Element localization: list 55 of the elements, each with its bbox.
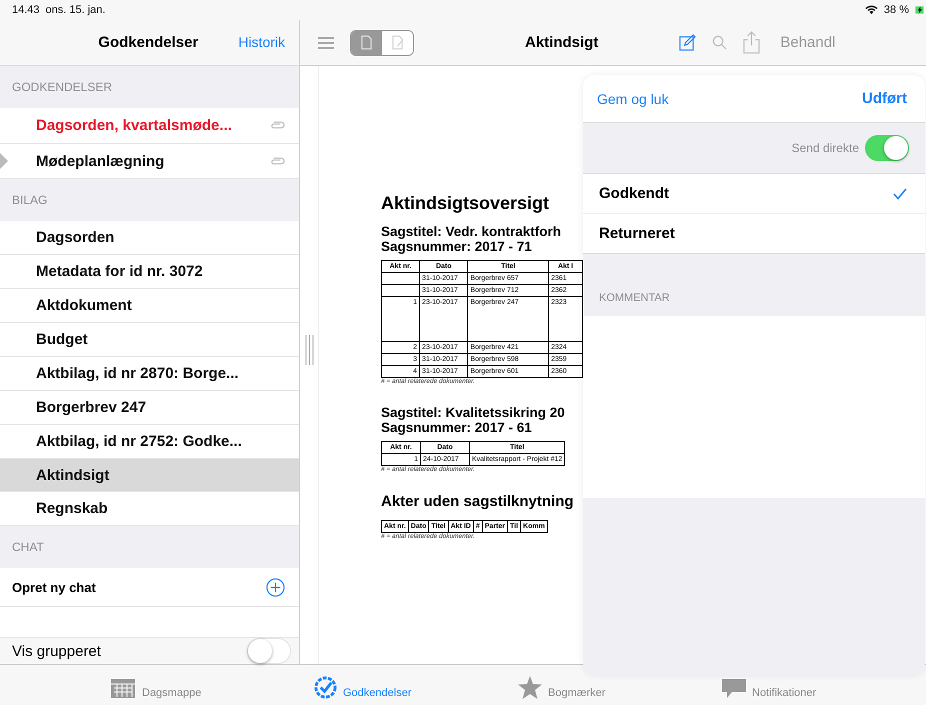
case-number: Sagsnummer: 2017 - 61 [381,420,533,435]
battery-icon [915,5,924,15]
section-header: KOMMENTAR [599,292,670,304]
case-title: Sagstitel: Kvalitetssikring 20 [381,405,566,420]
new-chat-item[interactable]: Opret ny chat [0,568,299,608]
list-item[interactable]: Dagsorden [0,221,299,256]
page-icon [361,35,372,50]
table-cell [382,272,420,284]
list-item[interactable]: Aktdokument [0,289,299,324]
wifi-icon [864,5,878,15]
document-view-segment[interactable] [351,30,382,54]
document-title: Aktindsigt [525,34,598,51]
grip-handle-icon[interactable] [304,335,314,365]
list-item[interactable]: Budget [0,323,299,357]
share-icon[interactable] [743,31,760,54]
menu-icon[interactable] [318,36,334,48]
list-item[interactable]: Mødeplanlægning [0,144,299,180]
list-item[interactable]: Regnskab [0,492,299,526]
toggle-label: Vis grupperet [12,642,102,660]
checkmark-icon [893,188,907,200]
search-icon[interactable] [712,35,728,50]
section-header: BILAG [12,193,48,208]
speech-bubble-icon [722,679,746,699]
list-item[interactable]: Borgerbrev 247 [0,390,299,425]
toggle-label: Send direkte [792,141,859,155]
save-close-button[interactable]: Gem og luk [597,90,669,106]
check-badge-icon [314,676,337,699]
document-heading: Aktindsigtsoversigt [381,193,550,214]
list-item[interactable]: Dagsorden, kvartalsmøde... [0,108,299,144]
sidebar-title: Godkendelser [98,34,198,51]
status-date: ons. 15. jan. [46,4,106,16]
page-edit-icon [392,35,403,50]
battery-percent: 38 % [884,4,909,16]
section-title: Akter uden sagstilknytning [381,493,575,510]
section-header: CHAT [12,540,44,554]
case-title: Sagstitel: Vedr. kontraktforh [381,224,562,239]
annotate-view-segment[interactable] [382,30,413,54]
list-item[interactable]: Aktbilag, id nr 2752: Godke... [0,424,299,459]
section-header: GODKENDELSER [12,80,112,94]
done-button[interactable]: Udført [862,90,907,107]
list-item[interactable]: Metadata for id nr. 3072 [0,255,299,290]
comment-field[interactable] [583,316,925,498]
group-toggle[interactable] [247,638,291,664]
option-item[interactable]: Godkendt [583,174,925,213]
table-cell [382,284,420,296]
calendar-icon [110,677,136,699]
list-item[interactable]: Aktindsigt [0,458,299,492]
option-item[interactable]: Returneret [583,213,925,253]
case-number: Sagsnummer: 2017 - 71 [381,239,533,254]
list-item[interactable]: Aktbilag, id nr 2870: Borge... [0,356,299,391]
send-direct-toggle[interactable] [865,135,909,161]
status-time: 14.43 [12,4,40,16]
add-icon [266,578,285,597]
edit-icon[interactable] [679,34,696,51]
star-icon [518,676,542,699]
